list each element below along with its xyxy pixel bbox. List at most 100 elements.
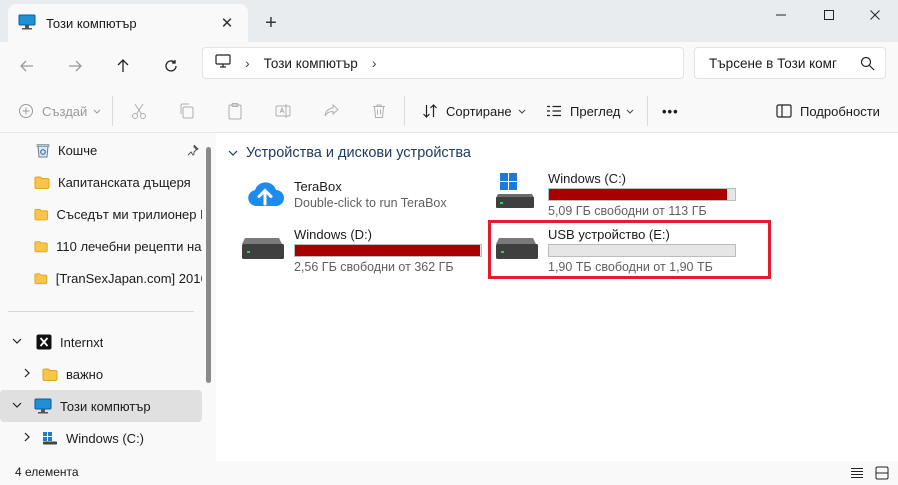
back-button[interactable] (12, 51, 42, 81)
pin-icon (187, 144, 199, 159)
sidebar-item-label: [TranSexJapan.com] 2016-20 (55, 270, 202, 286)
refresh-button[interactable] (156, 51, 186, 81)
close-window-button[interactable] (852, 0, 898, 30)
internxt-icon (36, 334, 52, 350)
tile-terabox[interactable]: TeraBox Double-click to run TeraBox (240, 173, 480, 217)
new-tab-button[interactable]: + (259, 11, 283, 35)
close-tab-button[interactable]: ✕ (216, 12, 238, 34)
chevron-down-icon (228, 150, 238, 156)
breadcrumb-this-pc[interactable]: Този компютър (264, 56, 358, 71)
group-header-devices[interactable]: Устройства и дискови устройства (228, 145, 471, 161)
tile-drive-d[interactable]: Windows (D:) 2,56 ГБ свободни от 362 ГБ (240, 226, 490, 274)
drive-usage-fill (295, 245, 480, 256)
sidebar-item-folder[interactable]: Капитанската дъщеря (0, 166, 202, 198)
more-label: ••• (662, 103, 679, 119)
minimize-button[interactable] (758, 0, 804, 30)
forward-button[interactable] (60, 51, 90, 81)
sidebar-item-internxt[interactable]: Internxt (0, 326, 202, 358)
maximize-icon (824, 10, 834, 20)
folder-icon (34, 272, 48, 284)
maximize-button[interactable] (806, 0, 852, 30)
tile-name: Windows (D:) (294, 227, 373, 242)
sort-button[interactable]: Сортиране (422, 98, 526, 124)
search-icon[interactable] (860, 56, 875, 74)
share-button[interactable] (322, 98, 340, 124)
rename-icon (275, 104, 291, 118)
close-icon (870, 10, 880, 20)
sidebar-item-recycle-bin[interactable]: Кошче (0, 134, 202, 166)
search-placeholder: Търсене в Този комг (709, 55, 837, 71)
sidebar-item-label: Този компютър (60, 398, 151, 414)
chevron-down-icon (93, 109, 101, 114)
item-count: 4 елемента (15, 465, 79, 479)
copy-icon (180, 103, 194, 119)
up-button[interactable] (108, 51, 138, 81)
sidebar-item-this-pc[interactable]: Този компютър (0, 390, 202, 422)
sidebar-item-windows-c[interactable]: Windows (C:) (0, 422, 202, 454)
share-icon (324, 103, 339, 117)
folder-icon (34, 240, 48, 252)
tiles-view-button[interactable] (873, 464, 891, 482)
sidebar-scrollbar[interactable] (206, 147, 211, 383)
chevron-down-icon[interactable] (12, 336, 22, 346)
address-bar[interactable]: › Този компютър › (202, 47, 684, 79)
chevron-down-icon (627, 109, 634, 114)
rename-button[interactable] (274, 98, 292, 124)
trash-icon (373, 104, 385, 118)
sidebar-item-folder[interactable]: [TranSexJapan.com] 2016-20 (0, 262, 202, 294)
chevron-down-icon (518, 109, 526, 114)
chevron-right-icon[interactable] (22, 368, 32, 378)
red-highlight-box (488, 220, 771, 279)
clipboard-icon (228, 103, 242, 120)
command-bar: Създай Сортиране Преглед ••• Подробности (0, 88, 898, 133)
search-input[interactable]: Търсене в Този комг (694, 47, 886, 79)
tile-drive-c[interactable]: Windows (C:) 5,09 ГБ свободни от 113 ГБ (494, 170, 754, 218)
tile-name: TeraBox (294, 179, 342, 194)
breadcrumb-separator[interactable]: › (245, 55, 250, 71)
sort-icon (423, 104, 437, 118)
more-options-button[interactable]: ••• (662, 98, 679, 124)
divider (112, 96, 113, 126)
terabox-cloud-icon (248, 182, 284, 206)
new-button[interactable]: Създай (18, 98, 101, 124)
folder-icon (42, 368, 58, 381)
view-button[interactable]: Преглед (546, 98, 634, 124)
sidebar-item-label: 110 лечебни рецепти на Ал (56, 238, 202, 254)
details-view-button[interactable] (848, 464, 866, 482)
sidebar-item-folder[interactable]: важно (0, 358, 202, 390)
details-button[interactable]: Подробности (776, 98, 880, 124)
sidebar-item-folder[interactable]: Съседът ми трилионер На (0, 198, 202, 230)
copy-button[interactable] (178, 98, 196, 124)
chevron-down-icon[interactable] (12, 400, 22, 410)
title-bar: Този компютър ✕ + (0, 0, 898, 42)
tile-subtitle: 5,09 ГБ свободни от 113 ГБ (548, 204, 707, 218)
folder-icon (34, 208, 49, 220)
sort-label: Сортиране (446, 103, 512, 119)
new-label: Създай (42, 103, 88, 119)
tab-this-pc[interactable]: Този компютър ✕ (8, 4, 248, 42)
tile-name: Windows (C:) (548, 171, 627, 186)
delete-button[interactable] (370, 98, 388, 124)
chevron-right-icon[interactable] (22, 432, 32, 442)
navigation-pane: Кошче Капитанската дъщеря Съседът ми три… (0, 133, 216, 461)
view-list-icon (547, 105, 561, 117)
sidebar-divider (8, 311, 194, 312)
sidebar-item-label: Кошче (58, 142, 98, 158)
paste-button[interactable] (226, 98, 244, 124)
sidebar-item-folder[interactable]: 110 лечебни рецепти на Ал (0, 230, 202, 262)
list-view-icon (851, 468, 863, 478)
folder-icon (34, 176, 50, 189)
arrow-up-icon (117, 59, 129, 72)
cut-button[interactable] (130, 98, 148, 124)
sidebar-item-label: Internxt (60, 334, 104, 350)
computer-outline-icon (215, 54, 231, 72)
sidebar-item-label: Windows (C:) (66, 430, 145, 446)
plus-circle-icon (19, 104, 33, 118)
arrow-right-icon (69, 60, 82, 72)
details-pane-icon (776, 104, 792, 118)
scissors-icon (132, 103, 146, 119)
breadcrumb-separator-end[interactable]: › (372, 55, 377, 71)
windows-drive-icon (43, 432, 57, 445)
tile-subtitle: 2,56 ГБ свободни от 362 ГБ (294, 260, 454, 274)
drive-usage-fill (549, 189, 727, 200)
